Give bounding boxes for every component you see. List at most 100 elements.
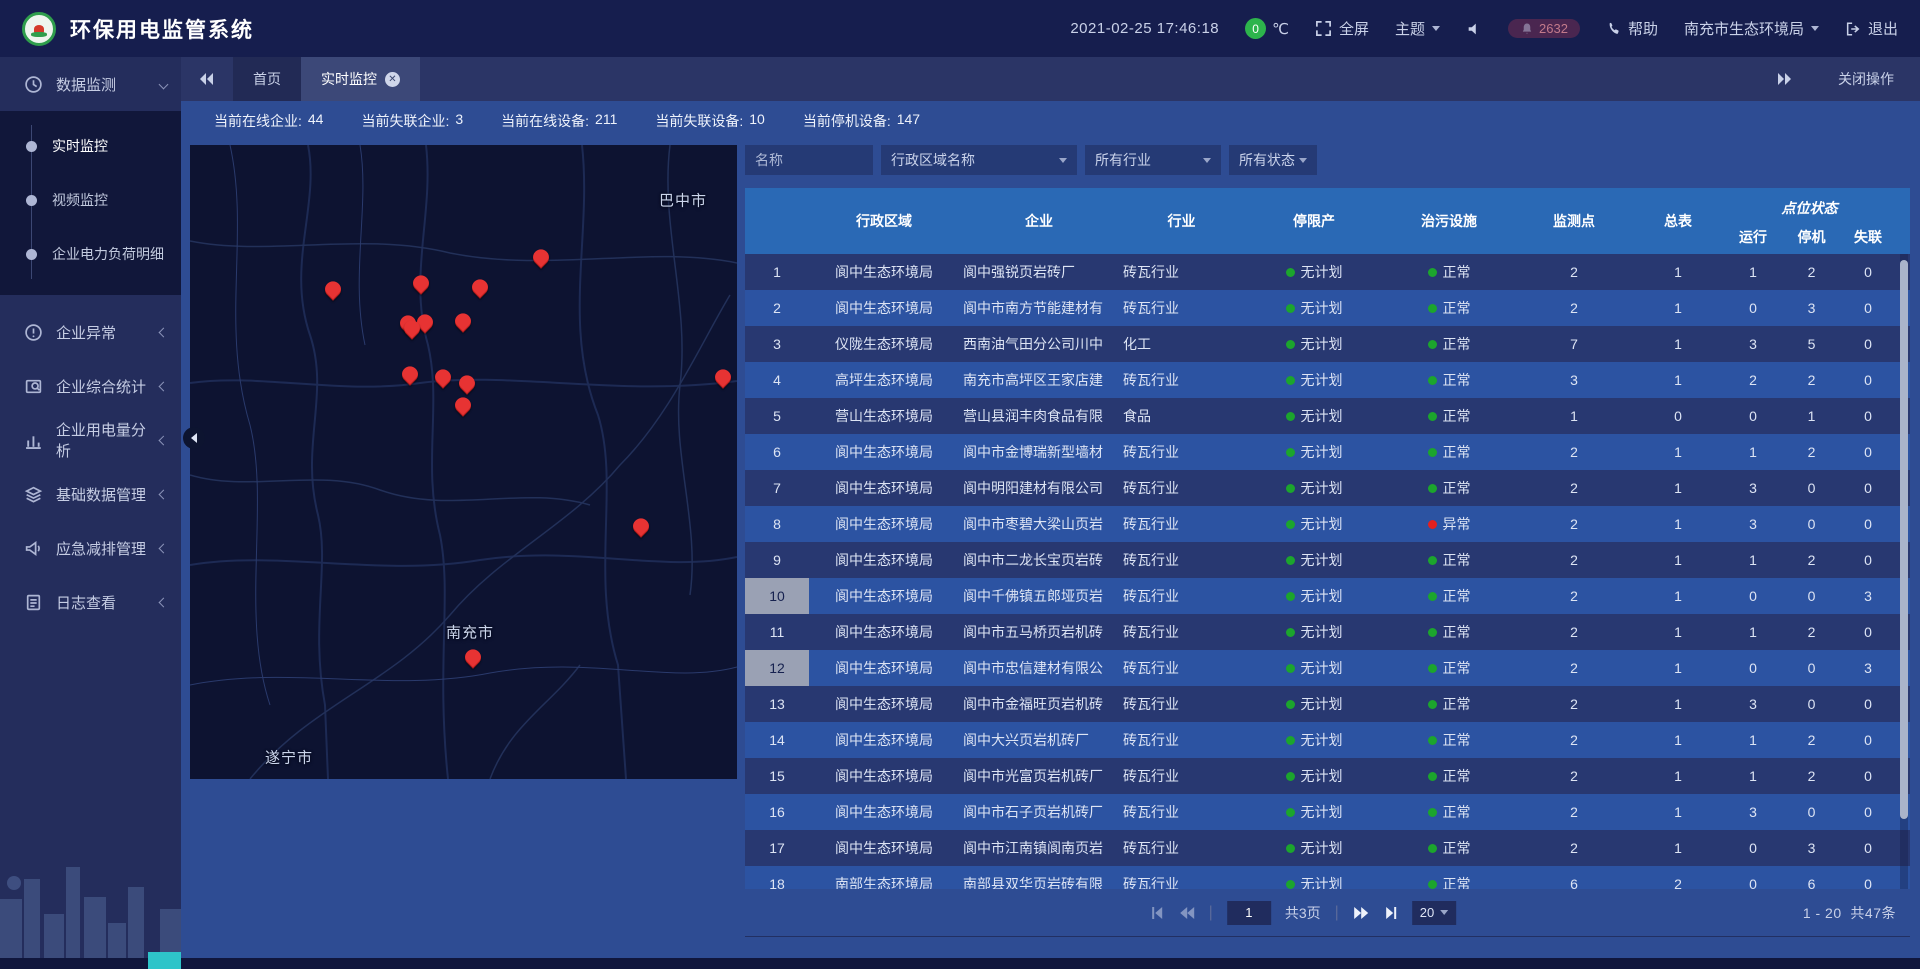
map-collapse-button[interactable] [183, 427, 205, 449]
status-dot [1428, 520, 1437, 529]
status-filter-select[interactable]: 所有状态 [1229, 145, 1317, 175]
scrollbar-thumb[interactable] [1900, 260, 1908, 819]
caret-down-icon [1432, 26, 1440, 31]
cell-pollution-facility: 正常 [1384, 290, 1514, 326]
cell-stopped: 2 [1784, 758, 1839, 794]
cell-monitor-points: 2 [1514, 614, 1634, 650]
sidebar-item-base-data[interactable]: 基础数据管理 [0, 467, 181, 521]
megaphone-icon [24, 539, 43, 558]
table-row[interactable]: 5 营山生态环境局 营山县润丰肉食品有限 食品 无计划 正常 1 0 0 1 0 [745, 398, 1910, 434]
cell-lost: 0 [1839, 542, 1897, 578]
table-row[interactable]: 15 阆中生态环境局 阆中市光富页岩机砖厂 砖瓦行业 无计划 正常 2 1 1 … [745, 758, 1910, 794]
cell-stopped: 5 [1784, 326, 1839, 362]
name-filter-input[interactable] [745, 145, 873, 175]
cell-monitor-points: 6 [1514, 866, 1634, 889]
table-row[interactable]: 9 阆中生态环境局 阆中市二龙长宝页岩砖 砖瓦行业 无计划 正常 2 1 1 2… [745, 542, 1910, 578]
page-size-select[interactable]: 20 [1412, 901, 1456, 925]
table-row[interactable]: 16 阆中生态环境局 阆中市石子页岩机砖厂 砖瓦行业 无计划 正常 2 1 3 … [745, 794, 1910, 830]
status-dot [1428, 448, 1437, 457]
cell-production-limit: 无计划 [1244, 614, 1384, 650]
help-button[interactable]: 帮助 [1606, 18, 1658, 39]
double-chevron-right-icon [1776, 72, 1792, 86]
cell-running: 0 [1722, 830, 1784, 866]
cell-region: 阆中生态环境局 [809, 722, 959, 758]
double-chevron-left-icon [199, 72, 215, 86]
sound-button[interactable] [1466, 21, 1482, 37]
cell-total-meter: 1 [1634, 578, 1722, 614]
cell-pollution-facility: 正常 [1384, 254, 1514, 290]
table-scrollbar[interactable] [1900, 254, 1908, 889]
logout-button[interactable]: 退出 [1845, 18, 1898, 39]
table-row[interactable]: 6 阆中生态环境局 阆中市金博瑞新型墙材 砖瓦行业 无计划 正常 2 1 1 2… [745, 434, 1910, 470]
theme-dropdown[interactable]: 主题 [1395, 18, 1440, 39]
cell-lost: 0 [1839, 794, 1897, 830]
notification-badge[interactable]: 2632 [1508, 19, 1580, 38]
cell-pollution-facility: 正常 [1384, 686, 1514, 722]
prev-page-button[interactable] [1179, 906, 1195, 920]
tab-realtime-monitor[interactable]: 实时监控 ✕ [301, 57, 420, 101]
cell-running: 3 [1722, 794, 1784, 830]
first-page-button[interactable] [1150, 906, 1165, 920]
cell-monitor-points: 2 [1514, 758, 1634, 794]
log-icon [24, 593, 43, 612]
table-row[interactable]: 7 阆中生态环境局 阆中明阳建材有限公司 砖瓦行业 无计划 正常 2 1 3 0… [745, 470, 1910, 506]
sidebar-item-video-monitor[interactable]: 视频监控 [0, 173, 181, 227]
sidebar-item-realtime-monitor[interactable]: 实时监控 [0, 119, 181, 173]
table-row[interactable]: 1 阆中生态环境局 阆中强锐页岩砖厂 砖瓦行业 无计划 正常 2 1 1 2 0 [745, 254, 1910, 290]
tabs-scroll-right-button[interactable] [1758, 72, 1810, 86]
col-header-company: 企业 [959, 188, 1119, 254]
col-header-stopped: 停机 [1784, 227, 1839, 247]
col-header-running: 运行 [1722, 227, 1784, 247]
logout-icon [1845, 21, 1861, 37]
next-page-button[interactable] [1353, 906, 1369, 920]
map-canvas[interactable]: 巴中市南充市遂宁市 [190, 145, 737, 779]
sidebar-item-power-load-detail[interactable]: 企业电力负荷明细 [0, 227, 181, 281]
table-row[interactable]: 13 阆中生态环境局 阆中市金福旺页岩机砖 砖瓦行业 无计划 正常 2 1 3 … [745, 686, 1910, 722]
table-row[interactable]: 3 仪陇生态环境局 西南油气田分公司川中 化工 无计划 正常 7 1 3 5 0 [745, 326, 1910, 362]
org-dropdown[interactable]: 南充市生态环境局 [1684, 18, 1819, 39]
cell-pollution-facility: 异常 [1384, 506, 1514, 542]
sidebar-item-power-analysis[interactable]: 企业用电量分析 [0, 413, 181, 467]
tab-close-icon[interactable]: ✕ [385, 72, 400, 87]
table-row[interactable]: 8 阆中生态环境局 阆中市枣碧大梁山页岩 砖瓦行业 无计划 异常 2 1 3 0… [745, 506, 1910, 542]
table-row[interactable]: 12 阆中生态环境局 阆中市忠信建材有限公 砖瓦行业 无计划 正常 2 1 0 … [745, 650, 1910, 686]
cell-production-limit: 无计划 [1244, 758, 1384, 794]
close-operations-button[interactable]: 关闭操作 [1838, 69, 1894, 89]
last-page-button[interactable] [1383, 906, 1398, 920]
table-row[interactable]: 10 阆中生态环境局 阆中千佛镇五郎垭页岩 砖瓦行业 无计划 正常 2 1 0 … [745, 578, 1910, 614]
region-filter-select[interactable]: 行政区域名称 [881, 145, 1077, 175]
pager-divider: | [1209, 904, 1213, 922]
cell-lost: 0 [1839, 398, 1897, 434]
cell-region: 阆中生态环境局 [809, 290, 959, 326]
tabs-scroll-left-button[interactable] [181, 72, 233, 86]
sidebar-item-log-view[interactable]: 日志查看 [0, 575, 181, 629]
sidebar-item-data-monitor[interactable]: 数据监测 [0, 57, 181, 111]
cell-stopped: 1 [1784, 398, 1839, 434]
table-row[interactable]: 11 阆中生态环境局 阆中市五马桥页岩机砖 砖瓦行业 无计划 正常 2 1 1 … [745, 614, 1910, 650]
cell-lost: 0 [1839, 614, 1897, 650]
table-row[interactable]: 14 阆中生态环境局 阆中大兴页岩机砖厂 砖瓦行业 无计划 正常 2 1 1 2… [745, 722, 1910, 758]
status-dot [1286, 880, 1295, 889]
table-row[interactable]: 17 阆中生态环境局 阆中市江南镇阆南页岩 砖瓦行业 无计划 正常 2 1 0 … [745, 830, 1910, 866]
prev-page-icon [1179, 906, 1195, 920]
cell-pollution-facility: 正常 [1384, 794, 1514, 830]
fullscreen-button[interactable]: 全屏 [1315, 18, 1369, 39]
sidebar-item-emergency-reduction[interactable]: 应急减排管理 [0, 521, 181, 575]
tab-home[interactable]: 首页 [233, 57, 301, 101]
table-row[interactable]: 2 阆中生态环境局 阆中市南方节能建材有 砖瓦行业 无计划 正常 2 1 0 3… [745, 290, 1910, 326]
page-number-input[interactable] [1227, 901, 1271, 925]
cell-region: 南部生态环境局 [809, 866, 959, 889]
cell-region: 阆中生态环境局 [809, 758, 959, 794]
sidebar-item-enterprise-statistics[interactable]: 企业综合统计 [0, 359, 181, 413]
cell-stopped: 0 [1784, 794, 1839, 830]
cell-industry: 砖瓦行业 [1119, 254, 1244, 290]
cell-monitor-points: 2 [1514, 542, 1634, 578]
sidebar-item-enterprise-abnormal[interactable]: 企业异常 [0, 305, 181, 359]
table-row[interactable]: 4 高坪生态环境局 南充市高坪区王家店建 砖瓦行业 无计划 正常 3 1 2 2… [745, 362, 1910, 398]
table-row[interactable]: 18 南部生态环境局 南部县双华页岩砖有限 砖瓦行业 无计划 正常 6 2 0 … [745, 866, 1910, 889]
col-header-production-limit: 停限产 [1244, 188, 1384, 254]
cell-production-limit: 无计划 [1244, 542, 1384, 578]
cell-stopped: 0 [1784, 578, 1839, 614]
industry-filter-select[interactable]: 所有行业 [1085, 145, 1221, 175]
cell-industry: 砖瓦行业 [1119, 506, 1244, 542]
